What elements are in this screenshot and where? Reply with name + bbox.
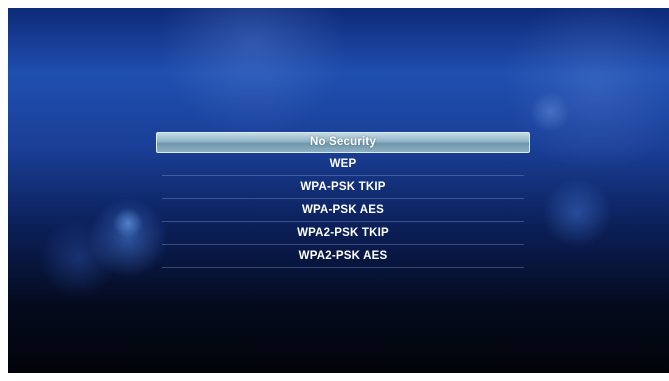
background-bokeh xyxy=(38,218,118,298)
menu-item-wep[interactable]: WEP xyxy=(162,153,524,176)
menu-item-wpa-psk-tkip[interactable]: WPA-PSK TKIP xyxy=(162,176,524,199)
background-bokeh xyxy=(542,178,612,248)
menu-item-no-security[interactable]: No Security xyxy=(156,132,530,153)
security-type-menu: No Security WEP WPA-PSK TKIP WPA-PSK AES… xyxy=(156,132,530,268)
tv-screen: No Security WEP WPA-PSK TKIP WPA-PSK AES… xyxy=(8,8,669,373)
background-bokeh xyxy=(113,208,143,238)
background-bokeh xyxy=(158,8,348,138)
menu-item-wpa-psk-aes[interactable]: WPA-PSK AES xyxy=(162,199,524,222)
background-bokeh xyxy=(530,92,570,132)
menu-item-wpa2-psk-aes[interactable]: WPA2-PSK AES xyxy=(162,245,524,268)
menu-item-wpa2-psk-tkip[interactable]: WPA2-PSK TKIP xyxy=(162,222,524,245)
